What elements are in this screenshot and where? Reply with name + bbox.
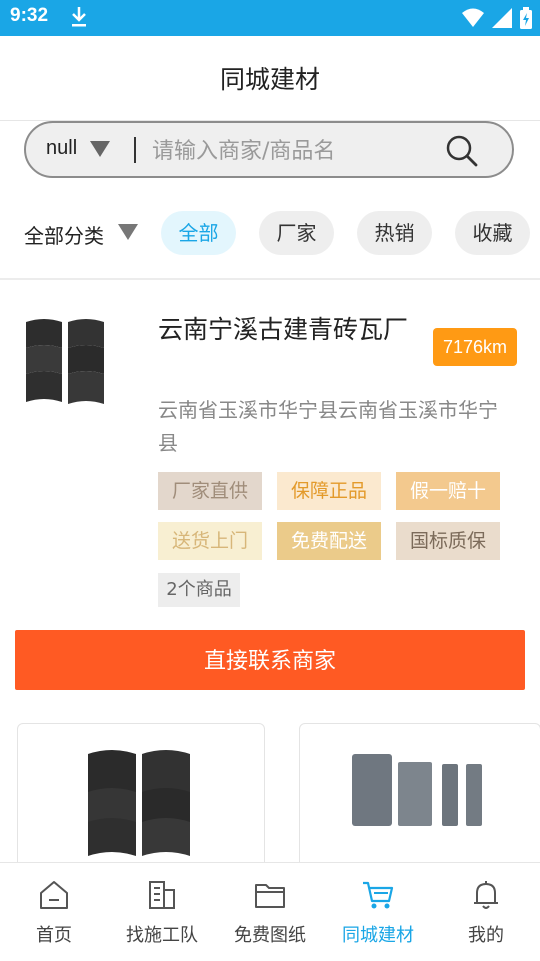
- divider: [0, 278, 540, 280]
- status-bar: 9:32: [0, 0, 540, 36]
- shop-thumbnail[interactable]: [22, 318, 110, 410]
- chip-factory[interactable]: 厂家: [259, 211, 334, 255]
- chip-hot[interactable]: 热销: [357, 211, 432, 255]
- download-icon: [72, 7, 86, 27]
- nav-label: 找施工队: [126, 925, 198, 946]
- search-divider: [134, 137, 136, 163]
- nav-label: 免费图纸: [234, 925, 306, 946]
- nav-home[interactable]: 首页: [0, 863, 108, 961]
- page-title: 同城建材: [219, 65, 320, 94]
- tag-home-delivery: 送货上门: [158, 522, 262, 560]
- nav-label: 我的: [468, 925, 504, 946]
- nav-free-drawings[interactable]: 免费图纸: [216, 863, 324, 961]
- product-image: [352, 754, 482, 826]
- nav-find-team[interactable]: 找施工队: [108, 863, 216, 961]
- folder-icon: [255, 884, 285, 908]
- chip-favorites[interactable]: 收藏: [455, 211, 530, 255]
- cart-icon: [363, 881, 394, 909]
- nav-local-materials[interactable]: 同城建材: [324, 863, 432, 961]
- bell-icon: [474, 881, 498, 909]
- tag-compensation: 假一赔十: [396, 472, 500, 510]
- tag-factory-direct: 厂家直供: [158, 472, 262, 510]
- filter-row: 全部分类 全部 厂家 热销 收藏: [0, 205, 540, 265]
- search-icon[interactable]: [446, 135, 478, 167]
- product-card[interactable]: [299, 723, 540, 885]
- status-time: 9:32: [10, 5, 49, 26]
- distance-badge: 7176km: [433, 328, 517, 366]
- city-selector[interactable]: null: [46, 137, 77, 160]
- nav-label: 首页: [36, 925, 72, 946]
- search-bar: null: [24, 121, 514, 178]
- tag-genuine: 保障正品: [277, 472, 381, 510]
- building-icon: [149, 881, 175, 909]
- product-card[interactable]: [17, 723, 265, 885]
- product-count: 2个商品: [158, 573, 240, 607]
- nav-label: 同城建材: [342, 925, 414, 946]
- nav-profile[interactable]: 我的: [432, 863, 540, 961]
- tag-quality: 国标质保: [396, 522, 500, 560]
- search-input[interactable]: [150, 133, 424, 169]
- product-image: [88, 750, 190, 856]
- tag-free-shipping: 免费配送: [277, 522, 381, 560]
- shop-name[interactable]: 云南宁溪古建青砖瓦厂: [158, 312, 416, 348]
- signal-icon: [492, 8, 512, 28]
- caret-down-icon[interactable]: [90, 141, 110, 157]
- caret-down-icon[interactable]: [118, 224, 138, 240]
- contact-button[interactable]: 直接联系商家: [15, 630, 525, 690]
- title-bar: 同城建材: [0, 36, 540, 121]
- wifi-icon: [462, 8, 484, 27]
- chip-all[interactable]: 全部: [161, 211, 236, 255]
- battery-icon: [520, 7, 532, 29]
- category-dropdown[interactable]: 全部分类: [24, 220, 104, 249]
- bottom-nav: 首页 找施工队 免费图纸 同城建材 我的: [0, 862, 540, 961]
- shop-address: 云南省玉溪市华宁县云南省玉溪市华宁县: [158, 398, 498, 455]
- home-icon: [40, 881, 68, 909]
